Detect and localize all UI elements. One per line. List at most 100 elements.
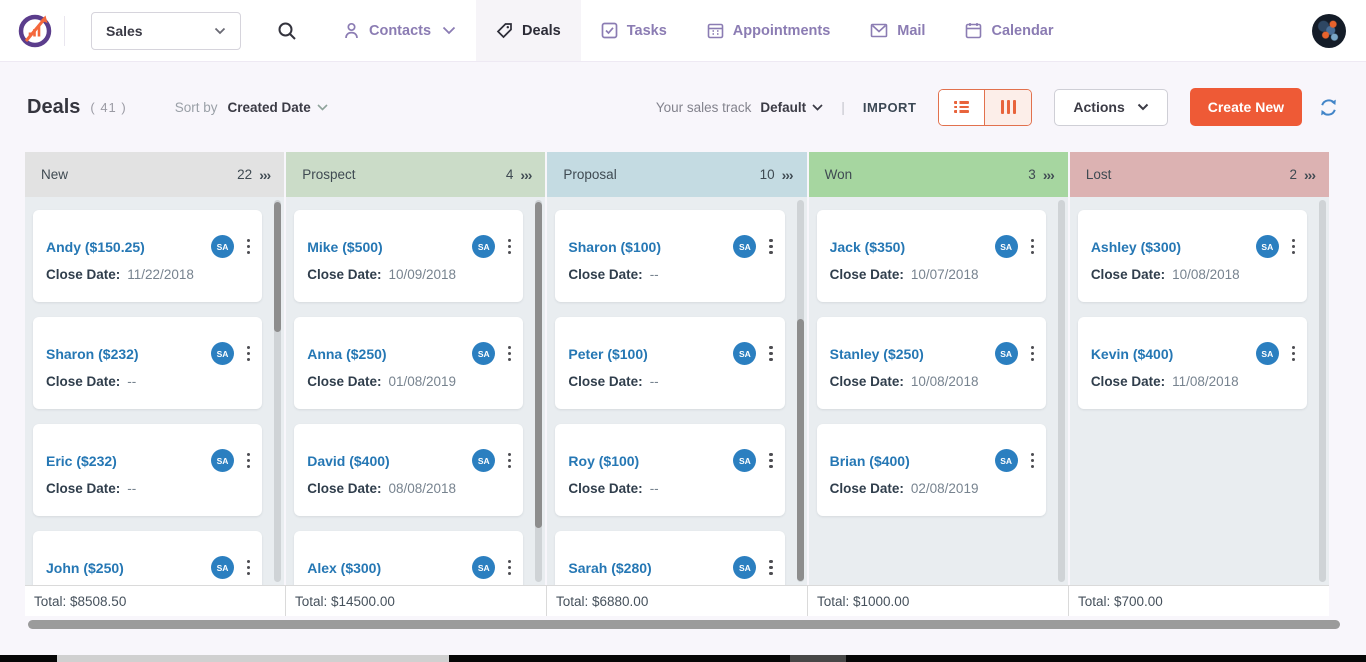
owner-avatar[interactable]: SA: [1256, 342, 1279, 365]
column-scrollbar-track[interactable]: [1058, 200, 1065, 582]
search-icon[interactable]: [277, 21, 297, 41]
owner-avatar[interactable]: SA: [733, 556, 756, 579]
card-menu-icon[interactable]: [765, 451, 776, 470]
deal-card[interactable]: John ($250) SA: [33, 531, 262, 585]
deal-title[interactable]: Sharon ($232): [46, 346, 211, 362]
workspace-select[interactable]: Sales: [91, 12, 241, 50]
deal-title[interactable]: David ($400): [307, 453, 472, 469]
owner-avatar[interactable]: SA: [472, 342, 495, 365]
card-menu-icon[interactable]: [243, 344, 254, 363]
column-header[interactable]: Won 3›››: [809, 152, 1068, 197]
owner-avatar[interactable]: SA: [472, 556, 495, 579]
deal-card[interactable]: Sharon ($100) SA Close Date:--: [555, 210, 784, 302]
deal-card[interactable]: Peter ($100) SA Close Date:--: [555, 317, 784, 409]
card-menu-icon[interactable]: [243, 451, 254, 470]
user-avatar[interactable]: [1312, 14, 1346, 48]
column-header[interactable]: Proposal 10›››: [547, 152, 806, 197]
sales-track-dropdown[interactable]: Default: [760, 100, 823, 115]
deal-card[interactable]: Kevin ($400) SA Close Date:11/08/2018: [1078, 317, 1307, 409]
deal-card[interactable]: Jack ($350) SA Close Date:10/07/2018: [817, 210, 1046, 302]
deal-title[interactable]: Eric ($232): [46, 453, 211, 469]
owner-avatar[interactable]: SA: [211, 449, 234, 472]
owner-avatar[interactable]: SA: [995, 235, 1018, 258]
deal-title[interactable]: Ashley ($300): [1091, 239, 1256, 255]
owner-avatar[interactable]: SA: [472, 235, 495, 258]
card-menu-icon[interactable]: [765, 237, 776, 256]
nav-item-contacts[interactable]: Contacts: [323, 0, 476, 61]
card-menu-icon[interactable]: [1288, 237, 1299, 256]
deal-card[interactable]: Roy ($100) SA Close Date:--: [555, 424, 784, 516]
card-menu-icon[interactable]: [765, 344, 776, 363]
deal-card[interactable]: Anna ($250) SA Close Date:01/08/2019: [294, 317, 523, 409]
column-scrollbar-thumb[interactable]: [797, 319, 804, 581]
card-menu-icon[interactable]: [1288, 344, 1299, 363]
column-header[interactable]: Lost 2›››: [1070, 152, 1329, 197]
column-expand-icon[interactable]: ›››: [1043, 167, 1054, 183]
card-menu-icon[interactable]: [243, 237, 254, 256]
deal-title[interactable]: Alex ($300): [307, 560, 472, 576]
owner-avatar[interactable]: SA: [733, 449, 756, 472]
deal-title[interactable]: Stanley ($250): [830, 346, 995, 362]
deal-title[interactable]: Jack ($350): [830, 239, 995, 255]
nav-item-tasks[interactable]: Tasks: [581, 0, 687, 61]
deal-card[interactable]: Ashley ($300) SA Close Date:10/08/2018: [1078, 210, 1307, 302]
owner-avatar[interactable]: SA: [211, 235, 234, 258]
owner-avatar[interactable]: SA: [1256, 235, 1279, 258]
column-scrollbar-thumb[interactable]: [535, 202, 542, 528]
card-menu-icon[interactable]: [243, 558, 254, 577]
column-scrollbar-track[interactable]: [1319, 200, 1326, 582]
refresh-icon[interactable]: [1318, 97, 1339, 118]
deal-card[interactable]: David ($400) SA Close Date:08/08/2018: [294, 424, 523, 516]
deal-card[interactable]: Mike ($500) SA Close Date:10/09/2018: [294, 210, 523, 302]
list-view-button[interactable]: [939, 90, 985, 125]
owner-avatar[interactable]: SA: [733, 342, 756, 365]
deal-card[interactable]: Andy ($150.25) SA Close Date:11/22/2018: [33, 210, 262, 302]
nav-item-mail[interactable]: Mail: [850, 0, 945, 61]
actions-button[interactable]: Actions: [1054, 89, 1167, 126]
create-new-button[interactable]: Create New: [1190, 88, 1302, 126]
column-expand-icon[interactable]: ›››: [520, 167, 531, 183]
nav-item-deals[interactable]: Deals: [476, 0, 581, 61]
column-header[interactable]: Prospect 4›››: [286, 152, 545, 197]
card-menu-icon[interactable]: [765, 558, 776, 577]
deal-title[interactable]: Kevin ($400): [1091, 346, 1256, 362]
owner-avatar[interactable]: SA: [211, 342, 234, 365]
deal-title[interactable]: Brian ($400): [830, 453, 995, 469]
deal-card[interactable]: Alex ($300) SA: [294, 531, 523, 585]
deal-title[interactable]: Anna ($250): [307, 346, 472, 362]
owner-avatar[interactable]: SA: [995, 342, 1018, 365]
deal-card[interactable]: Sarah ($280) SA: [555, 531, 784, 585]
card-menu-icon[interactable]: [504, 558, 515, 577]
deal-title[interactable]: Sarah ($280): [568, 560, 733, 576]
deal-title[interactable]: Andy ($150.25): [46, 239, 211, 255]
card-menu-icon[interactable]: [504, 237, 515, 256]
owner-avatar[interactable]: SA: [211, 556, 234, 579]
card-menu-icon[interactable]: [1027, 451, 1038, 470]
deal-card[interactable]: Eric ($232) SA Close Date:--: [33, 424, 262, 516]
deal-title[interactable]: Sharon ($100): [568, 239, 733, 255]
import-button[interactable]: IMPORT: [863, 100, 917, 115]
deal-card[interactable]: Sharon ($232) SA Close Date:--: [33, 317, 262, 409]
deal-card[interactable]: Stanley ($250) SA Close Date:10/08/2018: [817, 317, 1046, 409]
sort-by-dropdown[interactable]: Created Date: [228, 100, 328, 115]
card-menu-icon[interactable]: [1027, 344, 1038, 363]
column-expand-icon[interactable]: ›››: [1304, 167, 1315, 183]
deal-title[interactable]: Peter ($100): [568, 346, 733, 362]
nav-item-appointments[interactable]: Appointments: [687, 0, 850, 61]
card-menu-icon[interactable]: [504, 451, 515, 470]
deal-title[interactable]: John ($250): [46, 560, 211, 576]
owner-avatar[interactable]: SA: [995, 449, 1018, 472]
deal-card[interactable]: Brian ($400) SA Close Date:02/08/2019: [817, 424, 1046, 516]
owner-avatar[interactable]: SA: [733, 235, 756, 258]
column-scrollbar-thumb[interactable]: [274, 202, 281, 332]
card-menu-icon[interactable]: [504, 344, 515, 363]
column-header[interactable]: New 22›››: [25, 152, 284, 197]
owner-avatar[interactable]: SA: [472, 449, 495, 472]
nav-item-calendar[interactable]: Calendar: [945, 0, 1073, 61]
kanban-view-button[interactable]: [985, 90, 1031, 125]
column-expand-icon[interactable]: ›››: [782, 167, 793, 183]
deal-title[interactable]: Mike ($500): [307, 239, 472, 255]
horizontal-scrollbar-thumb[interactable]: [28, 620, 1340, 629]
app-logo-icon[interactable]: [16, 12, 54, 50]
deal-title[interactable]: Roy ($100): [568, 453, 733, 469]
